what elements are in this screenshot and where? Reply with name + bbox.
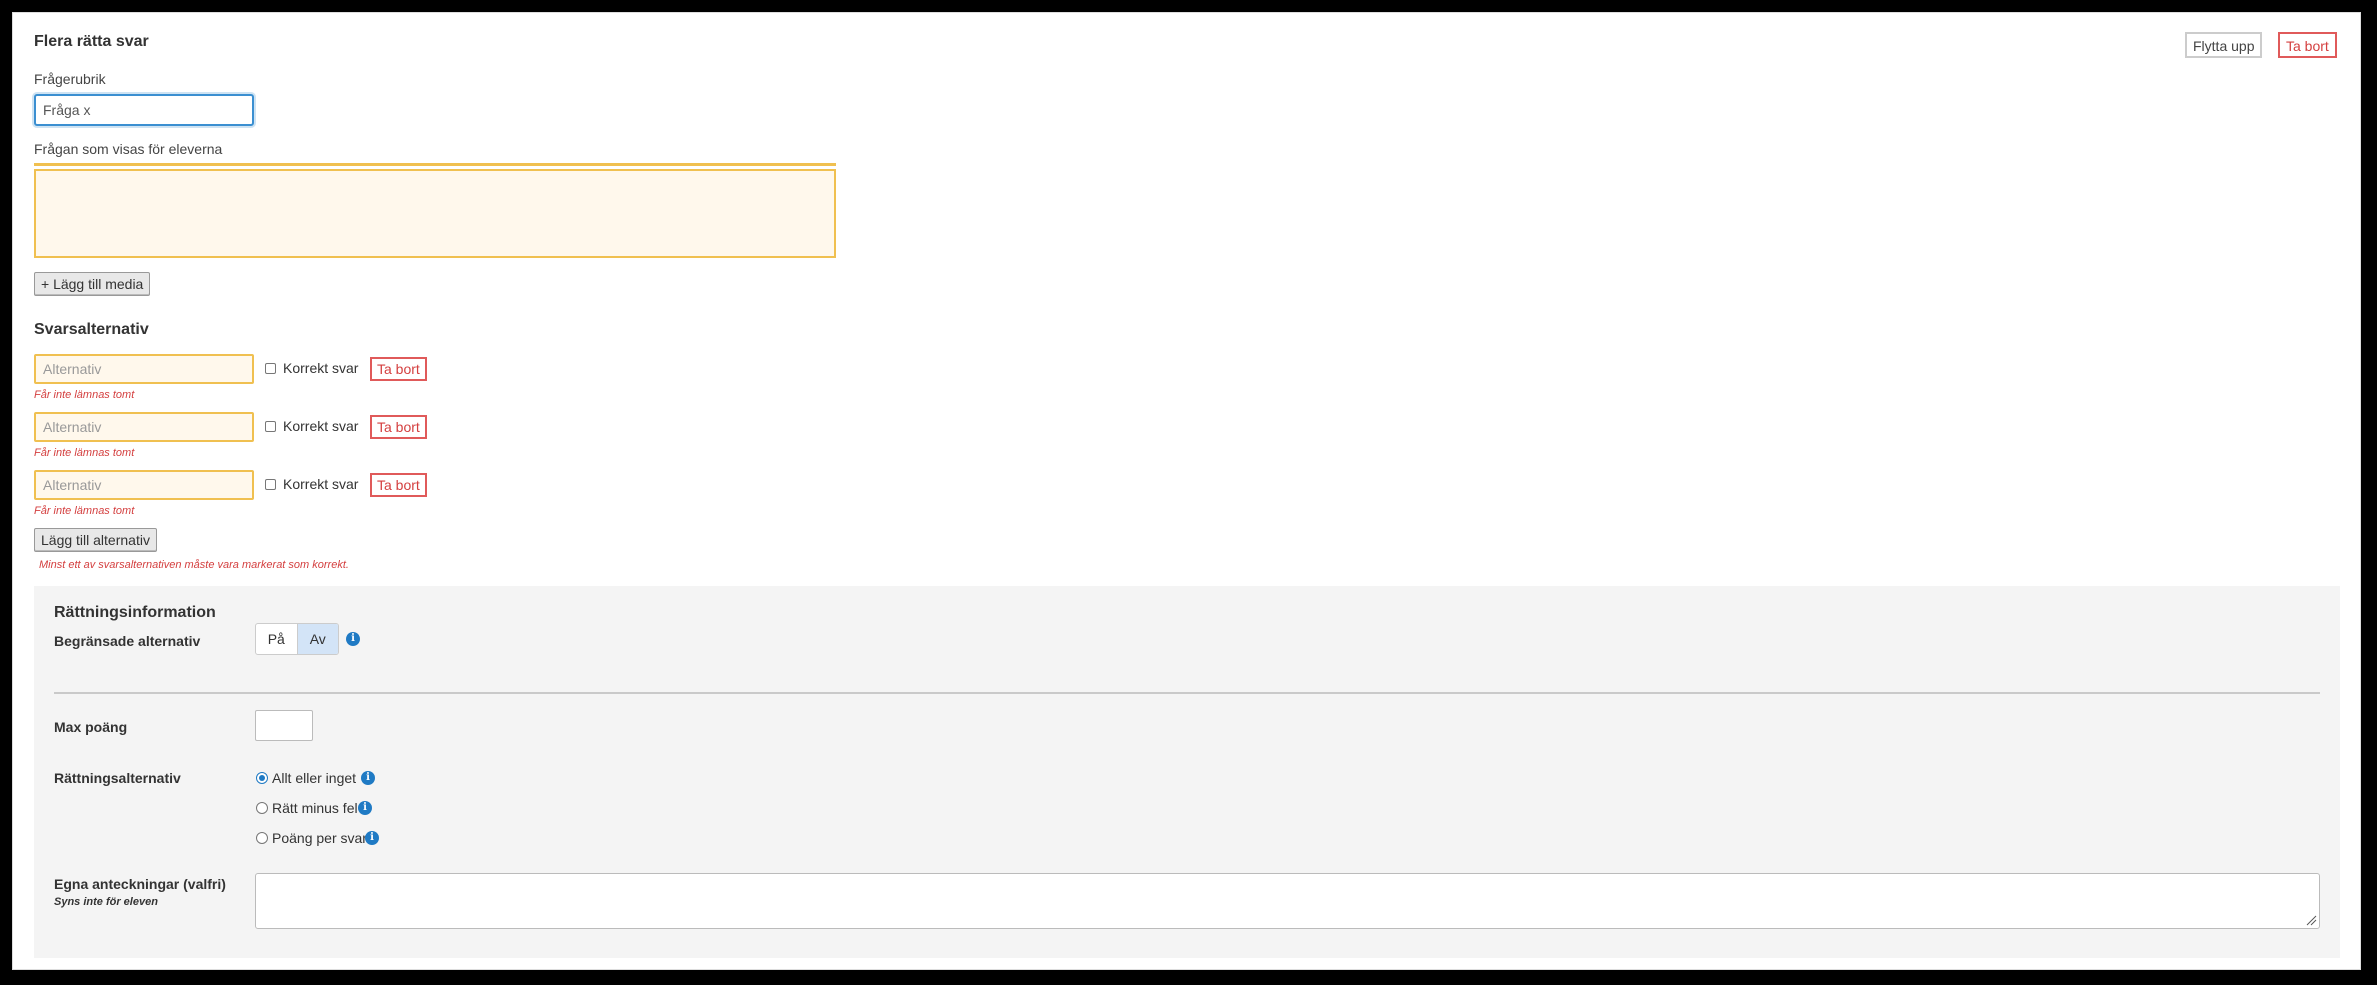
correct-label: Korrekt svar [283,360,359,376]
question-editor: Flera rätta svar Flytta upp Ta bort Fråg… [12,12,2361,970]
correct-checkbox[interactable] [265,479,276,490]
scoring-option-label: Poäng per svar [272,830,367,846]
answers-heading: Svarsalternativ [34,321,149,338]
grading-heading: Rättningsinformation [54,604,216,621]
question-title-label: Frågerubrik [34,71,106,87]
delete-answer-button[interactable]: Ta bort [370,415,427,439]
correct-label: Korrekt svar [283,476,359,492]
info-icon[interactable]: i [346,632,360,646]
scoring-option-label: Rätt minus fel [272,800,358,816]
notes-textarea[interactable] [255,873,2320,929]
info-icon[interactable]: i [365,831,379,845]
empty-error-text: Får inte lämnas tomt [34,447,135,459]
info-icon[interactable]: i [358,801,372,815]
max-points-input[interactable] [255,710,313,741]
grading-panel: Rättningsinformation Begränsade alternat… [34,586,2340,958]
empty-error-text: Får inte lämnas tomt [34,505,135,517]
min-correct-error-text: Minst ett av svarsalternativen måste var… [39,559,349,571]
question-prompt-editor[interactable] [34,169,836,258]
correct-label: Korrekt svar [283,418,359,434]
empty-error-text: Får inte lämnas tomt [34,389,135,401]
divider [54,692,2320,694]
radio-points-per-answer[interactable] [256,832,268,844]
question-prompt-label: Frågan som visas för eleverna [34,141,223,157]
question-type-heading: Flera rätta svar [34,33,149,50]
answer-input[interactable] [34,470,254,500]
limited-options-toggle: På Av [255,623,339,655]
radio-right-minus-wrong[interactable] [256,802,268,814]
move-up-button[interactable]: Flytta upp [2185,32,2263,58]
scoring-option-label: Allt eller inget [272,770,357,786]
radio-all-or-nothing[interactable] [256,772,268,784]
delete-answer-button[interactable]: Ta bort [370,473,427,497]
scoring-options-label: Rättningsalternativ [54,770,181,786]
delete-question-button[interactable]: Ta bort [2278,32,2337,58]
notes-hint: Syns inte för eleven [54,896,158,908]
correct-checkbox[interactable] [265,421,276,432]
question-prompt-toolbar [34,163,836,166]
answer-input[interactable] [34,412,254,442]
max-points-label: Max poäng [54,719,128,735]
answer-input[interactable] [34,354,254,384]
correct-checkbox[interactable] [265,363,276,374]
question-title-input[interactable] [34,94,254,126]
notes-label: Egna anteckningar (valfri) [54,876,226,892]
delete-answer-button[interactable]: Ta bort [370,357,427,381]
info-icon[interactable]: i [361,771,375,785]
toggle-off-button[interactable]: Av [296,624,338,654]
limited-options-label: Begränsade alternativ [54,633,201,649]
add-media-button[interactable]: + Lägg till media [34,272,151,296]
resize-grip-icon[interactable] [2305,914,2317,926]
toggle-on-button[interactable]: På [256,624,297,654]
add-answer-button[interactable]: Lägg till alternativ [34,528,157,552]
